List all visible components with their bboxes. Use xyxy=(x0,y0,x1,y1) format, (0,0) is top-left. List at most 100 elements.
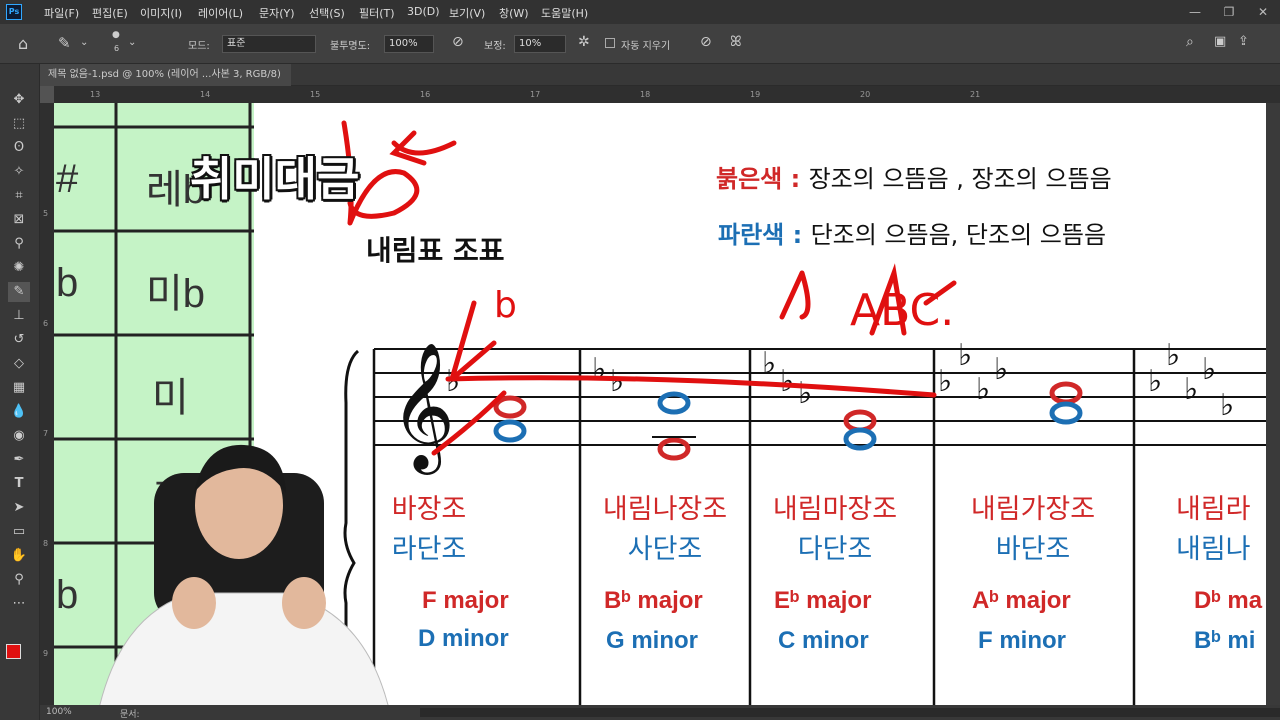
menu-3d[interactable]: 3D(D) xyxy=(407,5,440,18)
document-canvas[interactable]: # b b 레b 미b 미 파 내림표 조표 붉은색 : 장조의 으뜸음 , 장… xyxy=(54,103,1266,705)
menu-file[interactable]: 파일(F) xyxy=(44,5,79,21)
ruler-tick: 16 xyxy=(420,90,431,99)
key-minor-en: F minor xyxy=(978,627,1066,654)
menu-window[interactable]: 창(W) xyxy=(499,5,529,21)
menu-image[interactable]: 이미지(I) xyxy=(140,5,182,21)
home-icon[interactable]: ⌂ xyxy=(18,34,28,53)
ruler-tick: 9 xyxy=(43,649,49,658)
chevron-down-icon[interactable]: ⌄ xyxy=(128,37,136,48)
symmetry-icon[interactable]: ꕤ xyxy=(730,34,742,50)
menu-select[interactable]: 선택(S) xyxy=(309,5,345,21)
hand-tool-icon[interactable]: ✋ xyxy=(8,546,30,566)
flat-icon: ♭ xyxy=(762,346,776,381)
key-major-en: Aᵇ major xyxy=(972,587,1071,614)
menu-help[interactable]: 도움말(H) xyxy=(541,5,588,21)
flat-icon: ♭ xyxy=(780,364,794,399)
healing-tool-icon[interactable]: ✺ xyxy=(8,258,30,278)
key-major-en: F major xyxy=(422,587,509,614)
vertical-ruler: 5 6 7 8 9 xyxy=(40,103,54,705)
eraser-tool-icon[interactable]: ◇ xyxy=(8,354,30,374)
flat-icon: ♭ xyxy=(958,338,972,373)
ruler-tick: 18 xyxy=(640,90,651,99)
options-bar: ⌂ ✎ ⌄ ● 6 ⌄ 모드: 표준 불투명도: 100% ⊘ 보정: 10% … xyxy=(0,24,1280,64)
share-icon[interactable]: ⇪ xyxy=(1238,34,1249,49)
pressure-opacity-icon[interactable]: ⊘ xyxy=(452,34,464,50)
foreground-color-swatch[interactable] xyxy=(6,644,21,659)
ruler-tick: 15 xyxy=(310,90,321,99)
presenter-video-overlay xyxy=(99,444,389,705)
horizontal-scrollbar[interactable] xyxy=(420,708,1280,717)
mode-label: 모드: xyxy=(188,41,210,52)
annotation-b: b xyxy=(494,285,517,326)
path-select-tool-icon[interactable]: ➤ xyxy=(8,498,30,518)
flat-icon: ♭ xyxy=(798,376,812,411)
rectangle-tool-icon[interactable]: ▭ xyxy=(8,522,30,542)
ruler-tick: 7 xyxy=(43,429,49,438)
key-minor-kr: 사단조 xyxy=(627,534,703,565)
key-minor-en: D minor xyxy=(418,625,509,652)
menu-edit[interactable]: 편집(E) xyxy=(92,5,128,21)
key-major-en: Dᵇ ma xyxy=(1194,587,1263,614)
crop-tool-icon[interactable]: ⌗ xyxy=(8,186,30,206)
auto-erase-checkbox[interactable] xyxy=(605,38,615,48)
ruler-tick: 19 xyxy=(750,90,761,99)
right-hand xyxy=(282,577,326,629)
annotation-abc: ABC. xyxy=(850,285,954,336)
pencil-tool-icon[interactable]: ✎ xyxy=(8,282,30,302)
blur-tool-icon[interactable]: 💧 xyxy=(8,402,30,422)
document-tab-bar: 제목 없음-1.psd @ 100% (레이어 ...사본 3, RGB/8) xyxy=(40,64,1280,86)
opacity-field[interactable]: 100% xyxy=(384,35,434,53)
menu-view[interactable]: 보기(V) xyxy=(449,5,485,21)
menu-type[interactable]: 문자(Y) xyxy=(259,5,295,21)
flat-icon: ♭ xyxy=(1184,372,1198,407)
key-major-kr: 내림마장조 xyxy=(772,494,898,525)
type-tool-icon[interactable]: T xyxy=(8,474,30,494)
history-brush-icon[interactable]: ↺ xyxy=(8,330,30,350)
eyedropper-tool-icon[interactable]: ⚲ xyxy=(8,234,30,254)
vertical-scrollbar[interactable] xyxy=(1266,103,1280,705)
close-button[interactable]: ✕ xyxy=(1246,0,1280,24)
pen-tool-icon[interactable]: ✒ xyxy=(8,450,30,470)
zoom-level: 100% xyxy=(46,707,72,717)
pressure-size-icon[interactable]: ⊘ xyxy=(700,34,712,50)
lasso-tool-icon[interactable]: ʘ xyxy=(8,138,30,158)
workspace-icon[interactable]: ▣ xyxy=(1214,34,1226,49)
menu-filter[interactable]: 필터(T) xyxy=(359,5,395,21)
whole-note xyxy=(493,419,527,443)
channel-watermark: 취미대금 xyxy=(190,152,360,206)
chevron-down-icon[interactable]: ⌄ xyxy=(80,37,88,48)
flat-icon: ♭ xyxy=(994,352,1008,387)
zoom-tool-icon[interactable]: ⚲ xyxy=(8,570,30,590)
flat-icon: ♭ xyxy=(938,364,952,399)
key-minor-en: G minor xyxy=(606,627,699,654)
status-bar: 100% 문서: xyxy=(40,705,1280,720)
mode-select[interactable]: 표준 xyxy=(222,35,316,53)
move-tool-icon[interactable]: ✥ xyxy=(8,90,30,110)
frame-tool-icon[interactable]: ⊠ xyxy=(8,210,30,230)
pencil-tool-icon[interactable]: ✎ xyxy=(58,34,71,52)
smoothing-label: 보정: xyxy=(484,41,506,52)
key-major-en: Eᵇ major xyxy=(774,587,872,614)
key-minor-en: Bᵇ mi xyxy=(1194,627,1256,654)
menubar: Ps 파일(F) 편집(E) 이미지(I) 레이어(L) 문자(Y) 선택(S)… xyxy=(0,0,1280,24)
gear-icon[interactable]: ✲ xyxy=(578,34,590,50)
more-tools-icon[interactable]: ⋯ xyxy=(8,594,30,614)
smoothing-field[interactable]: 10% xyxy=(514,35,566,53)
restore-button[interactable]: ❐ xyxy=(1212,0,1246,24)
horizontal-ruler: 13 14 15 16 17 18 19 20 21 xyxy=(54,86,1280,103)
magic-wand-tool-icon[interactable]: ✧ xyxy=(8,162,30,182)
key-major-en: Bᵇ major xyxy=(604,587,703,614)
key-major-kr: 내림나장조 xyxy=(602,494,728,525)
gradient-tool-icon[interactable]: ▦ xyxy=(8,378,30,398)
marquee-tool-icon[interactable]: ⬚ xyxy=(8,114,30,134)
brush-preview-icon[interactable]: ● xyxy=(112,30,120,40)
dodge-tool-icon[interactable]: ◉ xyxy=(8,426,30,446)
ruler-tick: 6 xyxy=(43,319,49,328)
menu-layer[interactable]: 레이어(L) xyxy=(198,5,243,21)
stamp-tool-icon[interactable]: ⊥ xyxy=(8,306,30,326)
key-minor-kr: 다단조 xyxy=(797,534,873,565)
ruler-tick: 8 xyxy=(43,539,49,548)
search-icon[interactable]: ⌕ xyxy=(1186,34,1194,50)
minimize-button[interactable]: — xyxy=(1178,0,1212,24)
document-tab[interactable]: 제목 없음-1.psd @ 100% (레이어 ...사본 3, RGB/8) xyxy=(40,64,291,86)
